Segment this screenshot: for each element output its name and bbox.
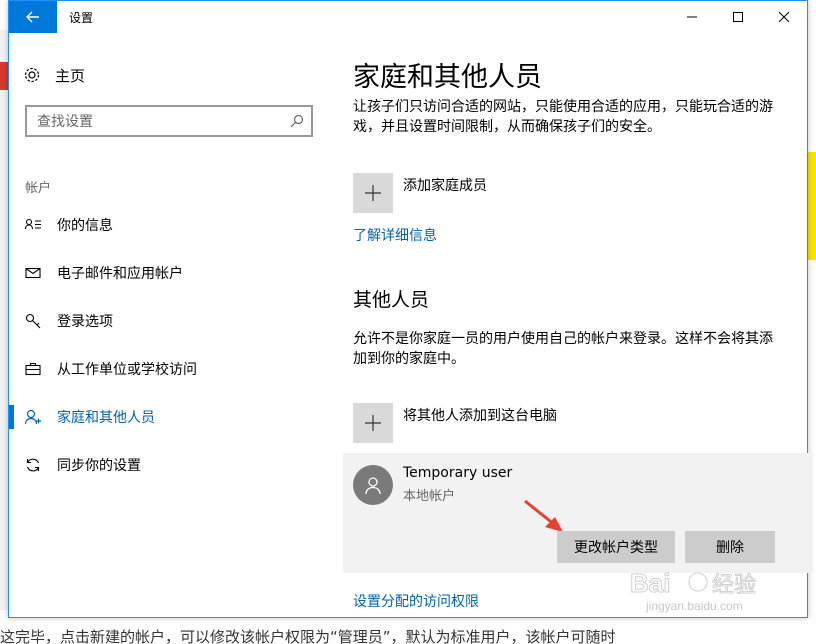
mail-icon	[25, 265, 41, 281]
left-navigation: 主页 帐户 你的信息 电子邮件和应用帐户	[9, 33, 329, 617]
change-account-type-button[interactable]: 更改帐户类型	[557, 531, 675, 563]
avatar	[353, 465, 393, 505]
add-family-plus-button[interactable]	[353, 173, 393, 213]
other-people-title: 其他人员	[353, 289, 430, 311]
add-other-label: 将其他人添加到这台电脑	[403, 408, 557, 424]
sidebar-item-work-school[interactable]: 从工作单位或学校访问	[9, 345, 329, 393]
nav-home-label: 主页	[55, 66, 86, 85]
minimize-icon	[687, 16, 697, 18]
other-people-description: 允许不是你家庭一员的用户使用自己的帐户来登录。这样不会将其添加到你的家庭中。	[353, 331, 773, 367]
search-icon[interactable]	[289, 113, 305, 129]
family-description: 让孩子们只访问合适的网站，只能使用合适的应用，只能玩合适的游戏，并且设置时间限制…	[353, 99, 773, 135]
user-account-type: 本地帐户	[403, 489, 456, 504]
settings-window: 设置 主页 帐户	[8, 0, 813, 618]
background-strip	[0, 30, 8, 610]
user-account-card[interactable]: Temporary user 本地帐户 更改帐户类型 删除	[343, 453, 813, 573]
maximize-icon	[733, 12, 743, 22]
delete-button[interactable]: 删除	[685, 531, 775, 563]
person-icon	[25, 409, 41, 425]
close-button[interactable]	[761, 1, 807, 33]
window-title: 设置	[69, 11, 94, 25]
person-info-icon	[25, 217, 41, 233]
sidebar-item-sign-in[interactable]: 登录选项	[9, 297, 329, 345]
back-arrow-icon	[26, 11, 39, 23]
nav-home[interactable]: 主页	[23, 63, 85, 87]
svg-text:jingyan.baidu.com: jingyan.baidu.com	[645, 599, 743, 613]
title-bar: 设置	[9, 1, 807, 33]
sidebar-item-label: 登录选项	[57, 314, 113, 330]
key-icon	[25, 313, 41, 329]
sidebar-item-email[interactable]: 电子邮件和应用帐户	[9, 249, 329, 297]
sidebar-item-label: 电子邮件和应用帐户	[57, 266, 183, 282]
add-other-plus-button[interactable]	[353, 403, 393, 443]
maximize-button[interactable]	[715, 1, 761, 33]
minimize-button[interactable]	[669, 1, 715, 33]
sidebar-item-family[interactable]: 家庭和其他人员	[9, 393, 329, 441]
add-family-label: 添加家庭成员	[403, 178, 487, 194]
sidebar-item-your-info[interactable]: 你的信息	[9, 201, 329, 249]
svg-text:Bai: Bai	[630, 568, 670, 598]
search-input[interactable]	[35, 111, 279, 133]
sidebar-item-label: 你的信息	[57, 218, 113, 234]
nav-list: 你的信息 电子邮件和应用帐户 登录选项 从工作单位或学校访问 家庭和其他人员 同…	[9, 201, 329, 489]
background-yellow-block	[808, 152, 816, 260]
search-box	[25, 105, 313, 137]
sync-icon	[25, 457, 41, 473]
add-family-member[interactable]: 添加家庭成员	[353, 173, 487, 213]
plus-icon	[365, 185, 381, 201]
back-button[interactable]	[9, 1, 57, 33]
baidu-watermark: Bai 经验 jingyan.baidu.com	[626, 564, 776, 620]
annotation-arrow-icon	[524, 499, 563, 532]
user-name: Temporary user	[403, 465, 513, 481]
plus-icon	[365, 415, 381, 431]
background-article-text: 这完毕，点击新建的帐户，可以修改该帐户权限为“管理员”，默认为标准用户，该帐户可…	[0, 628, 616, 644]
baidu-jingyan-logo: Bai 经验 jingyan.baidu.com	[630, 568, 757, 614]
user-avatar-icon	[365, 477, 381, 495]
briefcase-icon	[25, 361, 41, 377]
sidebar-item-label: 从工作单位或学校访问	[57, 362, 197, 378]
sidebar-item-sync[interactable]: 同步你的设置	[9, 441, 329, 489]
section-label-accounts: 帐户	[25, 181, 52, 196]
svg-text:经验: 经验	[712, 573, 756, 598]
assigned-access-link[interactable]: 设置分配的访问权限	[353, 591, 479, 611]
sidebar-item-label: 同步你的设置	[57, 458, 141, 474]
gear-icon	[24, 67, 40, 83]
page-title: 家庭和其他人员	[353, 62, 542, 93]
background-red-block	[0, 62, 8, 90]
close-icon	[778, 11, 790, 23]
learn-more-link[interactable]: 了解详细信息	[353, 225, 437, 245]
sidebar-item-label: 家庭和其他人员	[57, 410, 155, 426]
add-other-user[interactable]: 将其他人添加到这台电脑	[353, 403, 557, 443]
